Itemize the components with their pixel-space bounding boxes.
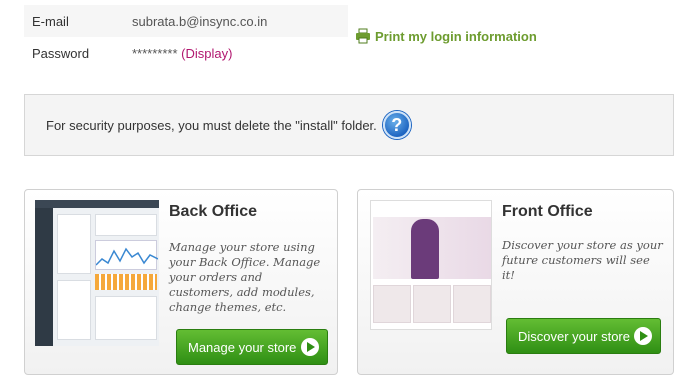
front-office-model	[411, 219, 439, 279]
front-office-tile	[413, 285, 451, 323]
back-office-panel	[57, 214, 91, 274]
front-office-tile	[453, 285, 491, 323]
password-mask: *********	[132, 45, 178, 61]
display-password-link[interactable]: Display	[186, 46, 229, 61]
security-notice: For security purposes, you must delete t…	[24, 94, 674, 156]
front-office-card: Front Office Discover your store as your…	[357, 189, 674, 375]
back-office-sidebar	[35, 200, 53, 346]
password-label: Password	[32, 45, 90, 61]
password-value: ********* (Display)	[132, 46, 232, 61]
front-office-tile	[373, 285, 411, 323]
print-login-info-label[interactable]: Print my login information	[375, 29, 537, 44]
password-row: Password ********* (Display)	[24, 37, 348, 69]
back-office-screenshot	[35, 200, 159, 346]
login-credentials-table: E-mail subrata.b@insync.co.in Password *…	[24, 5, 348, 69]
back-office-description: Manage your store using your Back Office…	[169, 240, 321, 314]
email-value: subrata.b@insync.co.in	[132, 13, 268, 29]
display-link-close: )	[228, 45, 233, 61]
back-office-chart	[95, 240, 159, 270]
back-office-panel	[95, 214, 157, 236]
play-arrow-icon	[634, 327, 652, 345]
help-icon[interactable]: ?	[382, 111, 411, 139]
printer-icon	[356, 28, 370, 44]
print-login-info-link[interactable]: Print my login information	[355, 28, 537, 44]
front-office-description: Discover your store as your future custo…	[502, 238, 663, 282]
discover-store-button[interactable]: Discover your store	[506, 318, 661, 354]
back-office-panel	[95, 296, 157, 340]
manage-store-label: Manage your store	[188, 339, 297, 355]
front-office-screenshot	[370, 200, 492, 330]
back-office-panel	[57, 280, 91, 340]
back-office-topbar	[35, 200, 159, 208]
back-office-title: Back Office	[169, 203, 258, 220]
display-password-link-wrapper[interactable]: (Display)	[181, 46, 232, 61]
play-arrow-icon	[301, 338, 319, 356]
discover-store-label: Discover your store	[518, 328, 630, 344]
back-office-bars	[95, 274, 157, 290]
security-message: For security purposes, you must delete t…	[46, 117, 377, 133]
email-label: E-mail	[32, 13, 69, 29]
email-row: E-mail subrata.b@insync.co.in	[24, 5, 348, 37]
front-office-title: Front Office	[502, 203, 593, 220]
manage-store-button[interactable]: Manage your store	[176, 329, 328, 365]
back-office-card: Back Office Manage your store using your…	[24, 189, 338, 375]
